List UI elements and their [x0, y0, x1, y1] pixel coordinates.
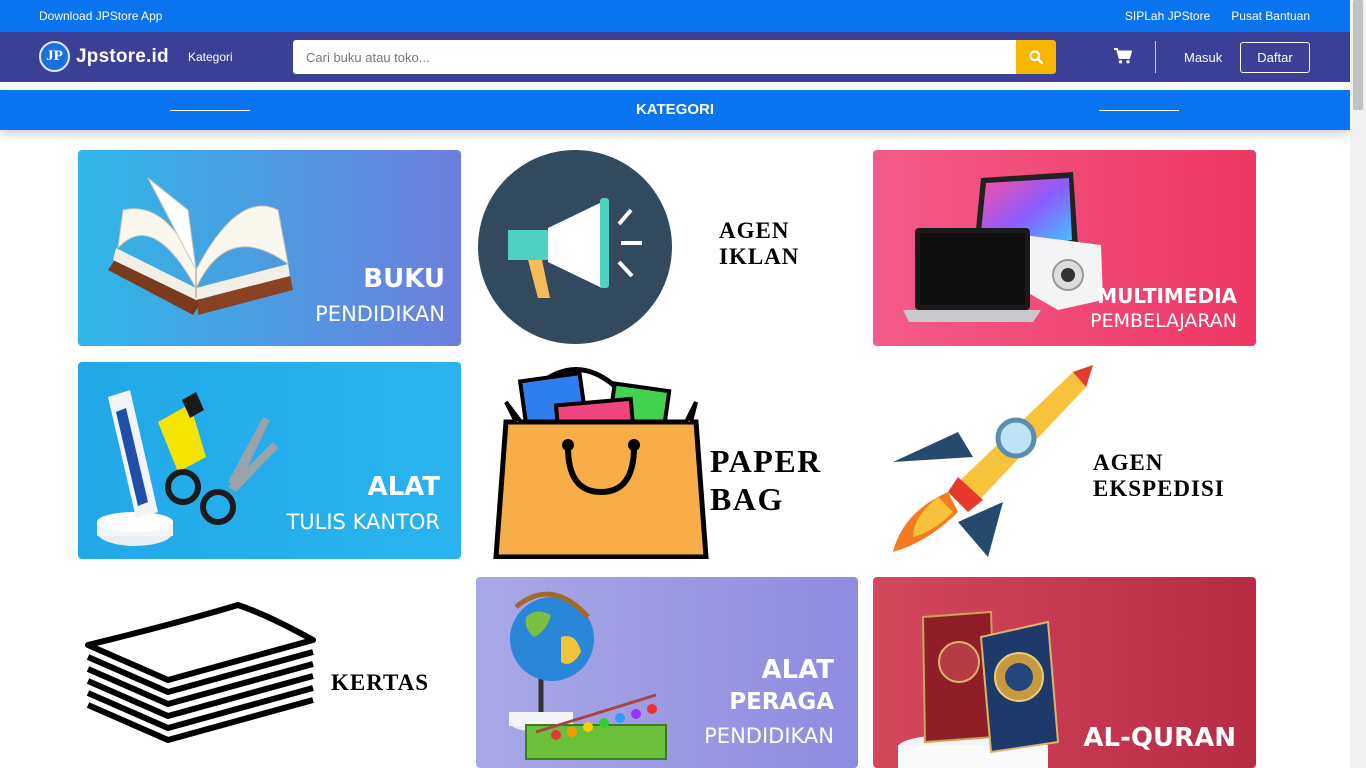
tile-label-line2: TULIS KANTOR — [286, 510, 440, 534]
tile-label-line1: ALAT — [761, 655, 834, 685]
logo-mark: JP — [39, 41, 70, 72]
tile-text: PAPER BAG — [710, 442, 822, 519]
category-tile-buku-pendidikan[interactable]: BUKU PENDIDIKAN — [78, 150, 461, 346]
category-bar-line-right — [1099, 110, 1179, 111]
nav-divider — [1155, 41, 1156, 73]
logo-text: Jpstore.id — [76, 45, 169, 67]
page-scrollbar[interactable] — [1350, 0, 1366, 768]
category-header-bar: KATEGORI — [0, 90, 1350, 130]
search-icon — [1029, 50, 1043, 64]
tile-label-line1: PAPER — [710, 443, 822, 479]
category-tile-multimedia[interactable]: MULTIMEDIA PEMBELAJARAN — [873, 150, 1256, 346]
tile-label-line1: KERTAS — [331, 670, 430, 695]
tile-label-line1: AGEN — [719, 218, 790, 243]
category-tile-agen-ekspedisi[interactable]: AGEN EKSPEDISI — [873, 362, 1256, 559]
tile-label-line1: AL-QURAN — [1083, 723, 1236, 753]
tile-label-line1: ALAT — [367, 472, 440, 502]
tile-label-line1: MULTIMEDIA — [1097, 284, 1237, 308]
tile-text: AGEN IKLAN — [719, 218, 799, 271]
site-logo[interactable]: JP Jpstore.id — [39, 41, 169, 72]
tile-label-line1: AGEN — [1093, 450, 1164, 475]
help-center-link[interactable]: Pusat Bantuan — [1231, 9, 1310, 23]
category-tile-paper-bag[interactable]: PAPER BAG — [476, 362, 858, 559]
megaphone-icon — [478, 150, 672, 344]
tile-label-line2: PERAGA — [729, 689, 834, 715]
tile-label-line2: PENDIDIKAN — [315, 302, 445, 326]
tile-label-line2: EKSPEDISI — [1093, 476, 1225, 502]
cart-icon[interactable] — [1113, 47, 1133, 65]
category-tile-kertas[interactable]: KERTAS — [78, 575, 461, 768]
search-button[interactable] — [1016, 40, 1056, 74]
login-link[interactable]: Masuk — [1184, 50, 1222, 65]
tile-label-line1: BUKU — [363, 264, 445, 294]
category-tile-alat-peraga[interactable]: ALAT PERAGA PENDIDIKAN — [476, 577, 858, 768]
top-bar: Download JPStore App SIPLah JPStore Pusa… — [0, 0, 1350, 32]
download-app-link[interactable]: Download JPStore App — [39, 9, 162, 23]
tile-label-line2: PEMBELAJARAN — [1090, 310, 1237, 332]
search-input[interactable] — [293, 40, 1016, 74]
category-tile-al-quran[interactable]: AL-QURAN — [873, 577, 1256, 768]
main-navbar: JP Jpstore.id Kategori Masuk Daftar — [0, 32, 1350, 82]
register-button[interactable]: Daftar — [1240, 42, 1310, 73]
siplah-link[interactable]: SIPLah JPStore — [1125, 9, 1210, 23]
category-tile-alat-tulis[interactable]: ALAT TULIS KANTOR — [78, 362, 461, 559]
tile-label-line2: IKLAN — [719, 244, 800, 270]
category-tile-agen-iklan[interactable]: AGEN IKLAN — [476, 150, 858, 346]
kategori-menu-link[interactable]: Kategori — [188, 50, 233, 64]
tile-label-line3: PENDIDIKAN — [704, 724, 834, 748]
search-bar — [293, 40, 1056, 74]
tile-label-line2: BAG — [710, 481, 784, 518]
tile-text: AGEN EKSPEDISI — [1093, 450, 1225, 503]
scrollbar-thumb[interactable] — [1353, 0, 1363, 110]
